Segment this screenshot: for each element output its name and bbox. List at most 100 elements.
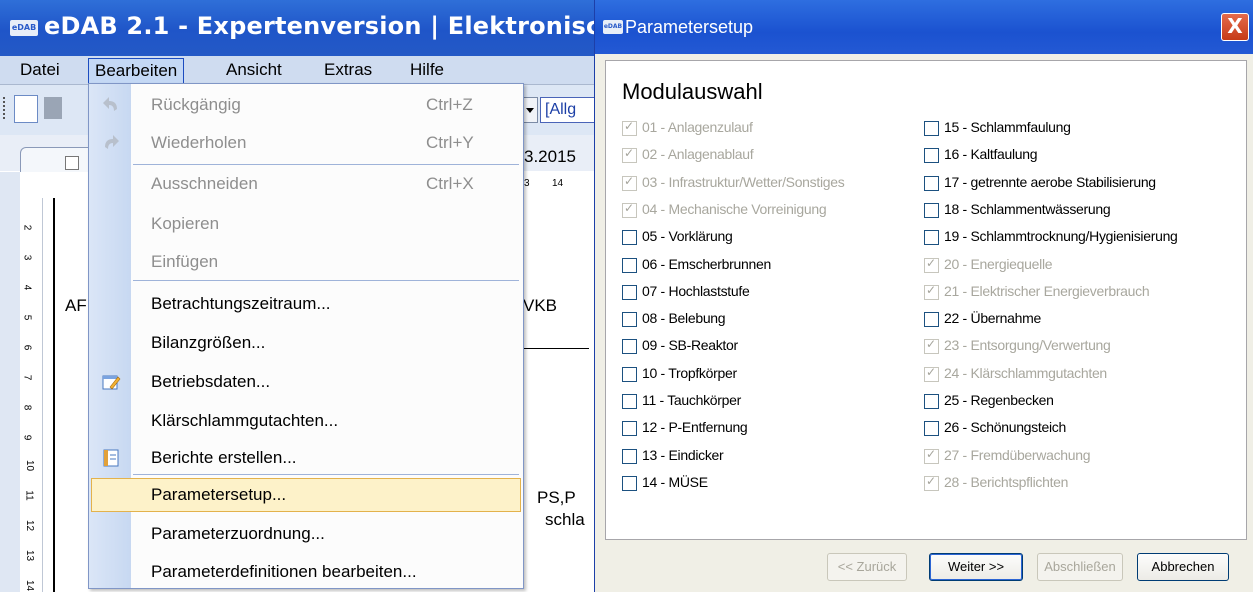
checkbox-box[interactable] [622,284,637,300]
menu-item-parameterdefinitionen[interactable]: Parameterdefinitionen bearbeiten... [89,554,523,590]
module-label: 28 - Berichtspflichten [944,473,1069,490]
menu-item-label: Klärschlammgutachten... [151,411,339,430]
section-heading: Modulauswahl [622,79,763,104]
module-label: 25 - Regenbecken [944,392,1054,408]
menu-ansicht[interactable]: Ansicht [220,59,288,81]
checkbox-box[interactable] [622,394,637,409]
menu-separator [133,280,519,281]
checkbox-box[interactable] [924,312,939,328]
vertical-ruler: 2 3 4 5 6 7 8 9 10 11 12 13 14 [20,198,43,592]
report-icon [103,449,119,467]
menu-item-parametersetup[interactable]: Parametersetup... [89,477,523,513]
menu-item-ausschneiden[interactable]: Ausschneiden Ctrl+X [89,166,523,202]
app-logo-icon: eDAB [10,20,38,36]
ruler-number: 9 [21,434,33,441]
module-label: 19 - Schlammtrocknung/Hygienisierung [944,228,1178,245]
checkbox-box[interactable] [622,475,637,491]
menu-item-wiederholen[interactable]: Wiederholen Ctrl+Y [89,125,523,161]
main-window: eDAB eDAB 2.1 - Expertenversion | Elektr… [0,0,594,592]
menu-item-label: Bilanzgrößen... [151,333,266,352]
menu-item-label: Betriebsdaten... [151,372,271,391]
module-label: 09 - SB-Reaktor [642,337,738,354]
ruler-number: 8 [21,404,33,411]
diagram-arrow [519,348,589,349]
menu-item-label: Parameterzuordnung... [151,524,325,543]
diagram-line [53,198,55,592]
menu-item-label: Rückgängig [151,95,241,114]
edit-data-icon [102,375,121,390]
menu-item-label: Berichte erstellen... [151,448,297,467]
menu-item-kopieren[interactable]: Kopieren [89,206,523,242]
menu-extras[interactable]: Extras [318,59,378,81]
checkbox-box [924,447,939,464]
checkbox-box[interactable] [924,421,939,437]
checkbox-box[interactable] [622,448,637,464]
new-document-icon[interactable] [14,95,38,123]
checkbox-box[interactable] [622,230,637,246]
module-label: 08 - Belebung [642,310,726,327]
menu-item-label: Parametersetup... [151,485,287,504]
style-select[interactable]: [Allg [540,97,594,123]
checkbox-box[interactable] [622,366,637,382]
menu-item-label: Betrachtungszeitraum... [151,294,331,313]
module-label: 06 - Emscherbrunnen [642,255,771,272]
checkbox-box [924,256,939,273]
menu-datei[interactable]: Datei [14,59,66,81]
save-icon[interactable] [44,97,62,119]
checkbox-box[interactable] [924,148,939,164]
checkbox-box[interactable] [924,175,939,191]
module-label: 04 - Mechanische Vorreinigung [642,200,827,217]
menu-item-berichte-erstellen[interactable]: Berichte erstellen... [89,440,523,476]
menu-item-shortcut: Ctrl+Y [426,133,474,152]
back-button[interactable]: << Zurück [827,553,907,581]
menu-item-rueckgaengig[interactable]: Rückgängig Ctrl+Z [89,87,523,123]
menu-item-label: Kopieren [151,214,220,233]
checkbox-box [924,283,939,300]
menu-item-klaerschlammgutachten[interactable]: Klärschlammgutachten... [89,403,523,439]
ruler-number: 6 [21,344,33,351]
menu-item-betriebsdaten[interactable]: Betriebsdaten... [89,364,523,400]
cancel-button[interactable]: Abbrechen [1137,553,1229,581]
ruler-number: 4 [21,284,33,291]
menu-item-parameterzuordnung[interactable]: Parameterzuordnung... [89,516,523,552]
ruler-number: 13 [24,549,36,562]
module-label: 21 - Elektrischer Energieverbrauch [944,282,1150,299]
menu-hilfe[interactable]: Hilfe [404,59,450,81]
module-label: 03 - Infrastruktur/Wetter/Sonstiges [642,173,845,190]
toolbar-grip[interactable] [3,97,8,119]
dialog-titlebar: eDAB Parametersetup X [595,0,1253,54]
menu-separator [133,474,519,475]
parametersetup-dialog: eDAB Parametersetup X Modulauswahl 01 - … [594,0,1253,592]
diagram-label-ar: AF [65,296,87,315]
checkbox-box[interactable] [622,339,637,355]
menu-item-einfuegen[interactable]: Einfügen [89,244,523,280]
module-label: 20 - Energiequelle [944,255,1053,272]
menu-bearbeiten[interactable]: Bearbeiten [88,58,185,85]
close-button[interactable]: X [1221,13,1249,41]
next-button[interactable]: Weiter >> [929,553,1023,581]
ruler-number: 14 [24,579,36,592]
checkbox-box [622,119,637,136]
module-label: 01 - Anlagenzulauf [642,119,753,135]
module-label: 14 - MÜSE [642,473,708,490]
checkbox-box[interactable] [924,121,939,136]
finish-button[interactable]: Abschließen [1037,553,1123,581]
style-dropdown-arrow[interactable] [522,97,538,123]
checkbox-box[interactable] [924,202,939,218]
checkbox-box[interactable] [622,421,637,437]
checkbox-box [622,201,637,218]
checkbox-box[interactable] [622,312,637,328]
checkbox-box[interactable] [924,394,939,409]
dialog-logo-icon: eDAB [603,20,623,34]
diagram-label-schl: schla [545,510,585,529]
checkbox-box[interactable] [924,230,939,246]
redo-icon [105,135,119,149]
checkbox-box[interactable] [622,257,637,273]
menu-item-betrachtungszeitraum[interactable]: Betrachtungszeitraum... [89,286,523,322]
left-gutter [0,172,20,592]
diagram-label-vkb: VKB [523,296,558,315]
ruler-number: 12 [24,519,36,532]
ruler-number: 10 [24,459,36,472]
menu-item-bilanzgroessen[interactable]: Bilanzgrößen... [89,325,523,361]
ruler-number: 3 [21,254,33,261]
